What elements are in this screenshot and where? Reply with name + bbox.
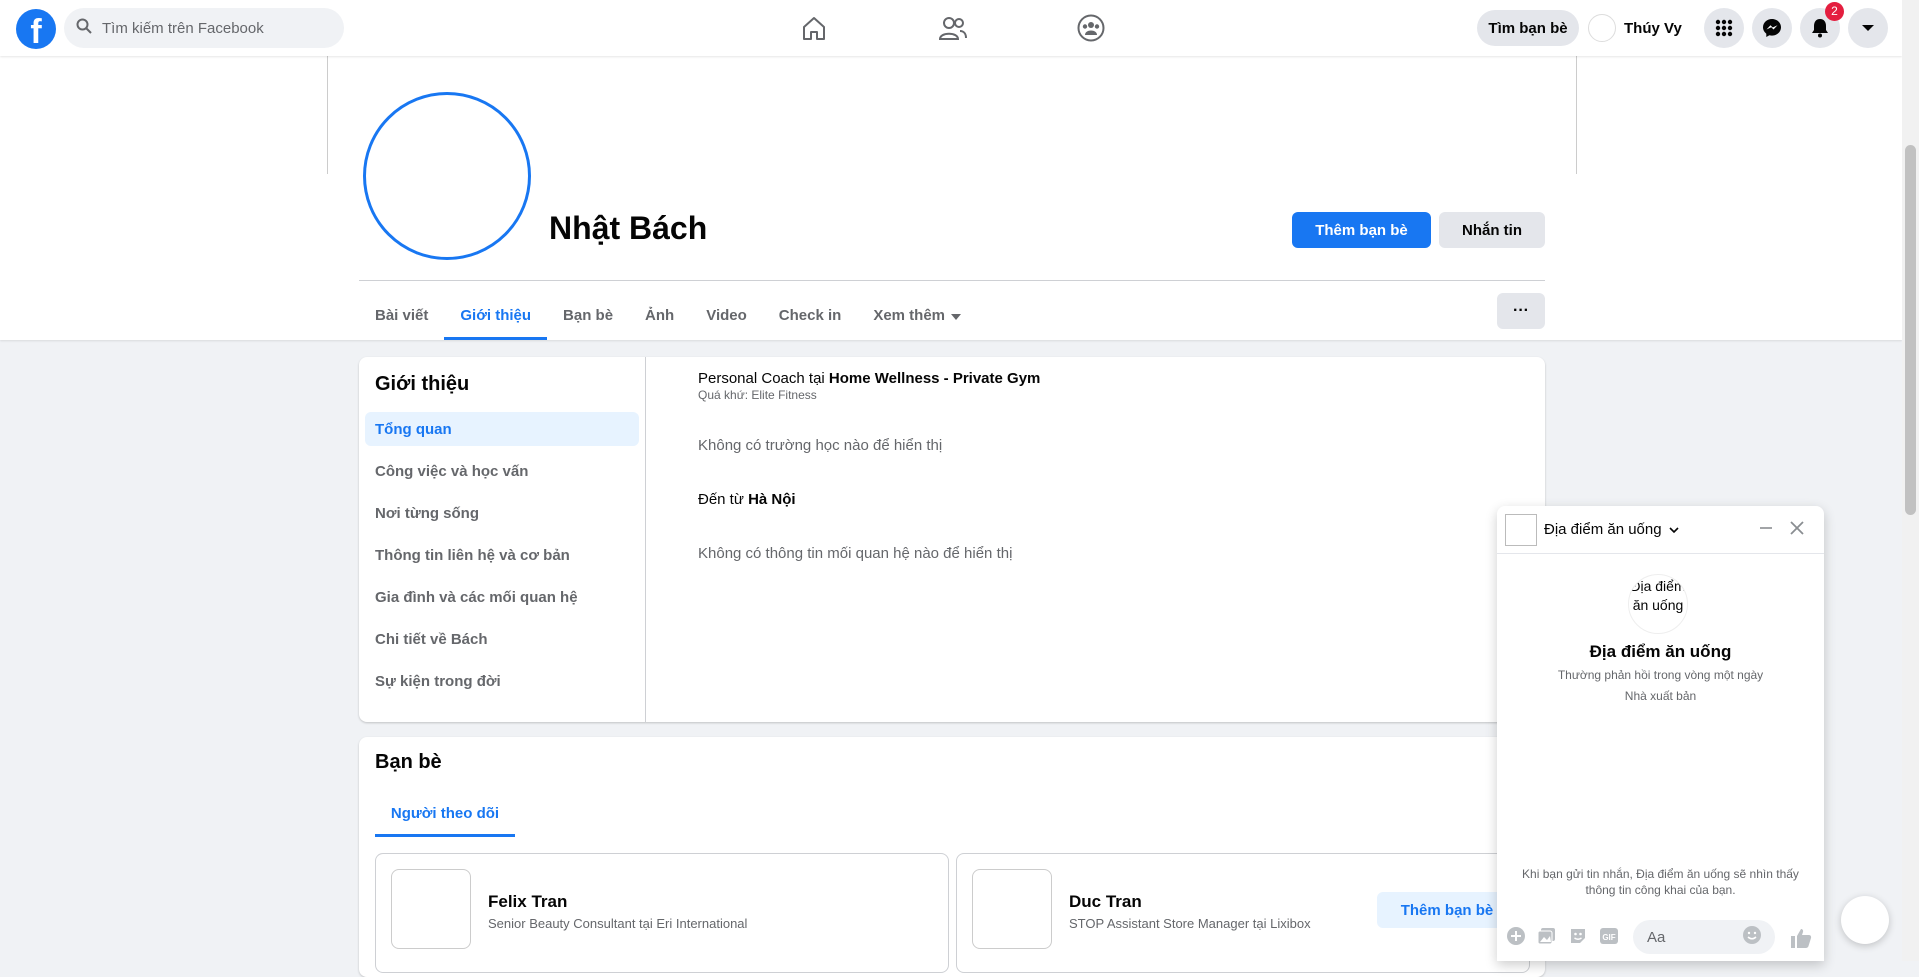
no-relationship-text: Không có thông tin mối quan hệ nào để hi… xyxy=(698,545,1013,562)
groups-icon[interactable] xyxy=(1071,8,1111,48)
friends-icon[interactable] xyxy=(933,8,973,48)
user-profile-chip[interactable]: Thúy Vy xyxy=(1588,10,1682,46)
scrollbar-thumb[interactable] xyxy=(1905,145,1916,515)
profile-avatar[interactable] xyxy=(363,92,531,260)
home-icon[interactable] xyxy=(794,8,834,48)
caret-down-icon xyxy=(951,307,962,324)
chevron-down-icon xyxy=(1669,521,1679,538)
about-sidebar: Giới thiệu Tổng quan Công việc và học vấ… xyxy=(359,357,646,722)
chat-response-time: Thường phản hồi trong vòng một ngày xyxy=(1557,668,1764,682)
gif-icon[interactable]: GIF xyxy=(1598,925,1620,947)
top-navigation-bar: f Tìm bạn bè Thúy Vy 2 xyxy=(0,0,1902,56)
account-menu-icon[interactable] xyxy=(1848,8,1888,48)
message-button[interactable]: Nhắn tin xyxy=(1439,212,1545,248)
chat-name[interactable]: Địa điểm ăn uống xyxy=(1544,521,1679,538)
search-icon xyxy=(76,18,92,39)
add-friend-button[interactable]: Thêm bạn bè xyxy=(1377,892,1517,928)
work-past: Quá khứ: Elite Fitness xyxy=(698,388,817,402)
tab-about[interactable]: Giới thiệu xyxy=(444,290,547,340)
friend-subtitle: STOP Assistant Store Manager tại Lixibox xyxy=(1069,916,1311,931)
emoji-icon[interactable] xyxy=(1742,925,1762,950)
sticker-icon[interactable] xyxy=(1567,925,1589,947)
cover-border-right xyxy=(1576,56,1577,174)
list-item[interactable]: Duc Tran STOP Assistant Store Manager tạ… xyxy=(956,853,1530,973)
chat-message-input[interactable] xyxy=(1645,927,1740,947)
more-options-button[interactable]: ··· xyxy=(1497,293,1545,329)
notification-badge: 2 xyxy=(1825,2,1844,21)
avatar xyxy=(1588,14,1616,42)
list-item[interactable]: Felix Tran Senior Beauty Consultant tại … xyxy=(375,853,949,973)
no-school-text: Không có trường học nào để hiển thị xyxy=(698,437,943,454)
chat-header[interactable]: Địa điểm ăn uống xyxy=(1497,506,1824,554)
about-menu-overview[interactable]: Tổng quan xyxy=(365,412,639,446)
chat-toolbar: GIF xyxy=(1505,918,1629,954)
menu-grid-icon[interactable] xyxy=(1704,8,1744,48)
tab-see-more[interactable]: Xem thêm xyxy=(857,290,977,340)
tab-posts[interactable]: Bài viết xyxy=(359,290,444,340)
tab-see-more-label: Xem thêm xyxy=(873,306,946,324)
plus-icon[interactable] xyxy=(1505,925,1527,947)
about-title: Giới thiệu xyxy=(375,373,470,395)
friend-name[interactable]: Felix Tran xyxy=(488,892,567,912)
friend-name[interactable]: Duc Tran xyxy=(1069,892,1142,912)
friend-subtitle: Senior Beauty Consultant tại Eri Interna… xyxy=(488,916,748,931)
about-menu-work-education[interactable]: Công việc và học vấn xyxy=(365,454,639,488)
search-box[interactable] xyxy=(64,8,344,48)
hometown-link[interactable]: Hà Nội xyxy=(748,491,796,508)
close-icon[interactable] xyxy=(1785,518,1809,542)
friend-photo[interactable] xyxy=(391,869,471,949)
about-menu: Tổng quan Công việc và học vấn Nơi từng … xyxy=(365,412,639,706)
hometown-row: Đến từ Hà Nội xyxy=(698,491,796,508)
gif-label: GIF xyxy=(1602,933,1615,942)
chat-avatar[interactable] xyxy=(1505,514,1537,546)
new-message-button[interactable] xyxy=(1841,896,1889,944)
tab-friends[interactable]: Bạn bè xyxy=(547,290,629,340)
friends-title: Bạn bè xyxy=(375,751,442,773)
messenger-icon[interactable] xyxy=(1752,8,1792,48)
about-menu-details[interactable]: Chi tiết về Bách xyxy=(365,622,639,656)
tab-photos[interactable]: Ảnh xyxy=(629,290,690,340)
tab-checkins[interactable]: Check in xyxy=(763,290,858,340)
about-menu-places-lived[interactable]: Nơi từng sống xyxy=(365,496,639,530)
chat-input-box[interactable] xyxy=(1633,920,1775,954)
facebook-logo[interactable]: f xyxy=(16,9,56,49)
profile-name: Nhật Bách xyxy=(549,210,708,246)
about-menu-life-events[interactable]: Sự kiện trong đời xyxy=(365,664,639,698)
tab-followers[interactable]: Người theo dõi xyxy=(375,789,515,837)
about-menu-family-relationships[interactable]: Gia đình và các mối quan hệ xyxy=(365,580,639,614)
about-card: Giới thiệu Tổng quan Công việc và học vấ… xyxy=(359,357,1545,722)
header-divider xyxy=(359,280,1545,281)
hometown-label: Đến từ xyxy=(698,491,749,508)
friend-photo[interactable] xyxy=(972,869,1052,949)
about-menu-contact-info[interactable]: Thông tin liên hệ và cơ bản xyxy=(365,538,639,572)
work-row: Personal Coach tại Home Wellness - Priva… xyxy=(698,370,1040,387)
find-friends-button[interactable]: Tìm bạn bè xyxy=(1477,10,1579,46)
chat-page-avatar[interactable]: Địa điểm ăn uống xyxy=(1628,574,1688,634)
work-place-link[interactable]: Home Wellness - Private Gym xyxy=(829,370,1040,387)
chat-window: Địa điểm ăn uống Địa điểm ăn uống Địa đi… xyxy=(1497,506,1824,961)
photo-icon[interactable] xyxy=(1536,925,1558,947)
tab-videos[interactable]: Video xyxy=(690,290,763,340)
add-friend-button[interactable]: Thêm bạn bè xyxy=(1292,212,1431,248)
minimize-icon[interactable] xyxy=(1754,518,1778,542)
chat-privacy-notice: Khi bạn gửi tin nhắn, Địa điểm ăn uống s… xyxy=(1522,867,1799,897)
like-icon[interactable] xyxy=(1789,926,1813,955)
notifications-icon[interactable]: 2 xyxy=(1800,2,1844,48)
chat-page-role: Nhà xuất bản xyxy=(1624,689,1697,703)
friends-card: Bạn bè Người theo dõi Felix Tran Senior … xyxy=(359,737,1545,977)
user-name: Thúy Vy xyxy=(1624,19,1682,37)
chat-page-title: Địa điểm ăn uống xyxy=(1589,642,1732,661)
cover-border-left xyxy=(327,56,328,174)
search-input[interactable] xyxy=(100,18,320,38)
chat-name-label: Địa điểm ăn uống xyxy=(1544,521,1662,538)
profile-tabs: Bài viết Giới thiệu Bạn bè Ảnh Video Che… xyxy=(359,290,977,340)
work-role: Personal Coach tại xyxy=(698,370,829,387)
page-scrollbar[interactable] xyxy=(1902,0,1919,961)
